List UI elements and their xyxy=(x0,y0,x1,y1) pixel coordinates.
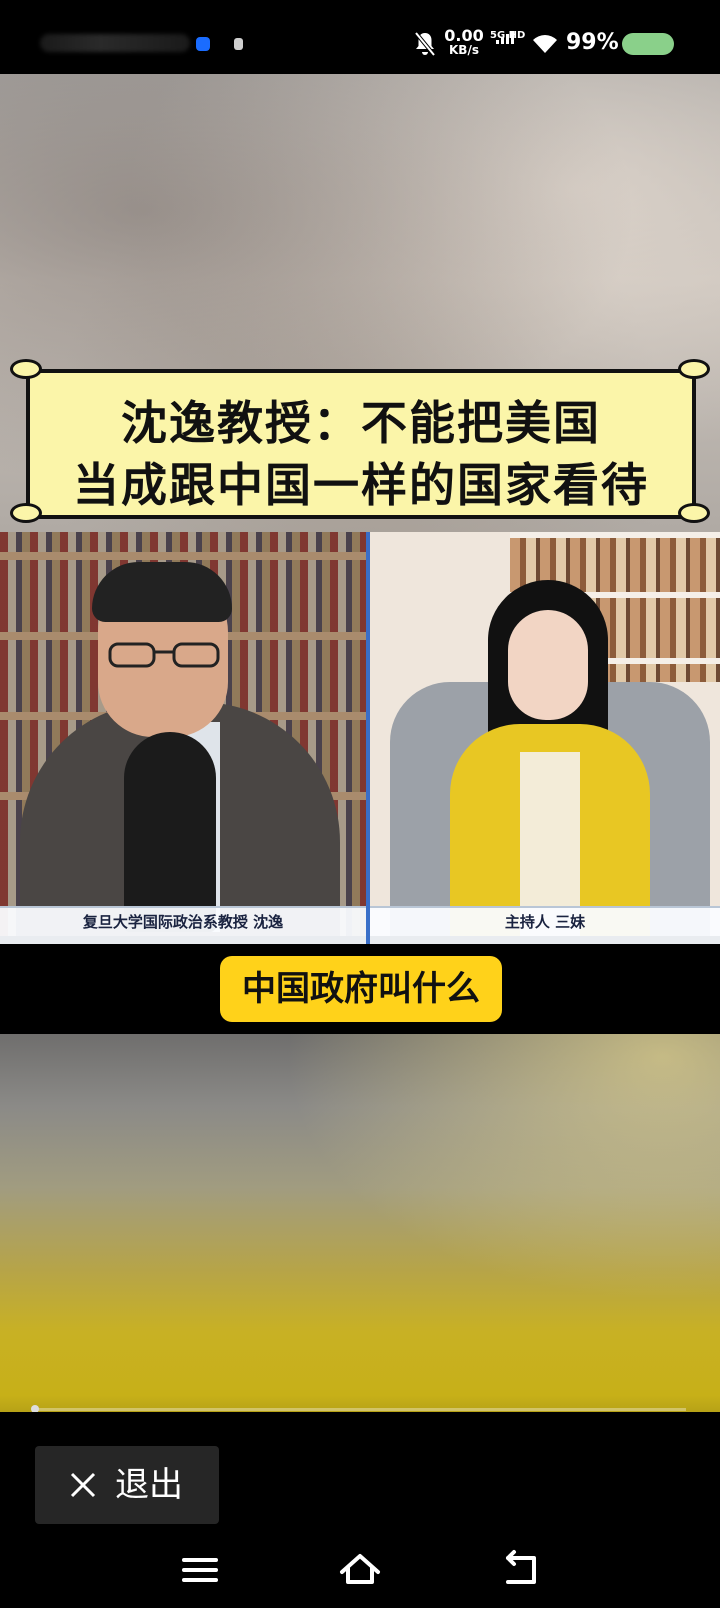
video-blurred-background-bottom xyxy=(0,1034,720,1412)
signal-icon: 5G HD xyxy=(490,30,525,58)
split-video-panels: 复旦大学国际政治系教授 沈逸 主持人 三妹 xyxy=(0,532,720,944)
exit-label: 退出 xyxy=(115,1465,183,1505)
title-banner: 沈逸教授：不能把美国 当成跟中国一样的国家看待 xyxy=(26,369,696,519)
wifi-icon xyxy=(533,35,557,53)
menu-icon[interactable] xyxy=(178,1548,222,1592)
notification-small-icon xyxy=(234,38,243,50)
glasses-icon xyxy=(108,642,220,668)
title-line-2: 当成跟中国一样的国家看待 xyxy=(73,458,649,512)
banner-knob-br xyxy=(678,503,710,523)
subtitle-band: 中国政府叫什么 xyxy=(0,944,720,1034)
net-speed: 0.00 KB/s xyxy=(444,28,484,58)
guest-figure-hair xyxy=(92,562,232,622)
banner-knob-tl xyxy=(10,359,42,379)
net-speed-unit: KB/s xyxy=(449,43,479,57)
banner-knob-bl xyxy=(10,503,42,523)
host-caption: 主持人 三妹 xyxy=(370,906,720,936)
battery-icon xyxy=(622,33,674,55)
progress-handle[interactable] xyxy=(31,1405,39,1412)
banner-knob-tr xyxy=(678,359,710,379)
notification-dot-icon xyxy=(196,37,210,51)
title-line-1: 沈逸教授：不能把美国 xyxy=(121,396,601,450)
back-icon[interactable] xyxy=(498,1548,542,1592)
host-video-panel: 主持人 三妹 xyxy=(370,532,720,936)
exit-button[interactable]: 退出 xyxy=(35,1446,219,1524)
close-icon xyxy=(70,1472,96,1498)
home-icon[interactable] xyxy=(338,1548,382,1592)
status-time-blurred xyxy=(40,34,190,52)
microphone-icon xyxy=(124,732,216,932)
guest-caption: 复旦大学国际政治系教授 沈逸 xyxy=(0,906,366,936)
mute-icon xyxy=(414,31,436,57)
subtitle-text: 中国政府叫什么 xyxy=(220,956,502,1022)
battery-percent: 99% xyxy=(566,30,619,55)
status-bar: 0.00 KB/s 5G HD 99% xyxy=(0,0,720,74)
system-nav-bar xyxy=(0,1540,720,1608)
video-player[interactable]: 沈逸教授：不能把美国 当成跟中国一样的国家看待 复旦大学国际政治系教授 沈逸 主… xyxy=(0,74,720,1412)
guest-video-panel: 复旦大学国际政治系教授 沈逸 xyxy=(0,532,366,936)
host-figure-face xyxy=(508,610,588,720)
progress-bar[interactable] xyxy=(31,1405,686,1412)
net-speed-value: 0.00 xyxy=(444,26,484,45)
